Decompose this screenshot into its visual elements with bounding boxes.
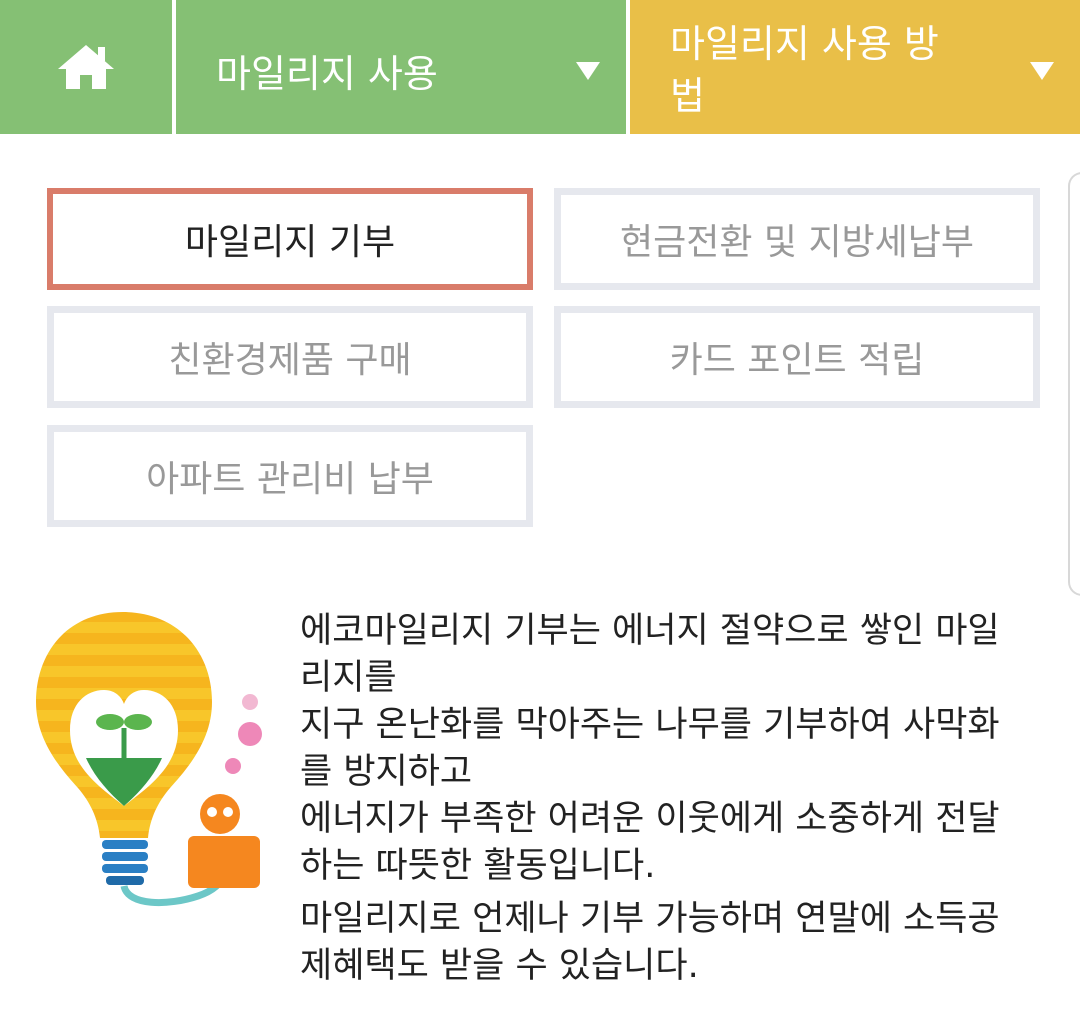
chevron-down-icon	[1030, 62, 1054, 80]
tab-cash-conversion-local-tax[interactable]: 현금전환 및 지방세납부	[554, 188, 1040, 290]
description-paragraph-1: 에코마일리지 기부는 에너지 절약으로 쌓인 마일 리지를 지구 온난화를 막아…	[300, 611, 1000, 886]
tab-label: 카드 포인트 적립	[669, 340, 925, 381]
home-button[interactable]	[0, 0, 172, 134]
home-icon	[58, 45, 114, 89]
tab-eco-product-purchase[interactable]: 친환경제품 구매	[47, 306, 533, 408]
tab-label: 아파트 관리비 납부	[146, 459, 434, 500]
tab-label: 마일리지 기부	[184, 222, 396, 263]
lightbulb-sprout-icon	[36, 612, 262, 907]
top-navigation-bar: 마일리지 사용 마일리지 사용 방법	[0, 0, 1080, 134]
mileage-usage-method-dropdown[interactable]: 마일리지 사용 방법	[630, 0, 1080, 134]
tab-label: 현금전환 및 지방세납부	[619, 222, 975, 263]
chevron-down-icon	[576, 62, 600, 80]
mileage-use-label: 마일리지 사용	[216, 52, 438, 96]
scroll-panel-edge	[1068, 172, 1080, 596]
tab-apartment-fee-payment[interactable]: 아파트 관리비 납부	[47, 425, 533, 527]
tab-mileage-donation[interactable]: 마일리지 기부	[47, 188, 533, 290]
mileage-usage-method-label: 마일리지 사용 방법	[670, 22, 939, 118]
donation-description: 에코마일리지 기부는 에너지 절약으로 쌓인 마일 리지를 지구 온난화를 막아…	[300, 608, 1060, 996]
tab-card-point-accumulation[interactable]: 카드 포인트 적립	[554, 306, 1040, 408]
mileage-use-dropdown[interactable]: 마일리지 사용	[176, 0, 626, 134]
tab-label: 친환경제품 구매	[168, 340, 412, 381]
description-paragraph-2: 마일리지로 언제나 기부 가능하며 연말에 소득공 제혜택도 받을 수 있습니다…	[300, 899, 1000, 986]
